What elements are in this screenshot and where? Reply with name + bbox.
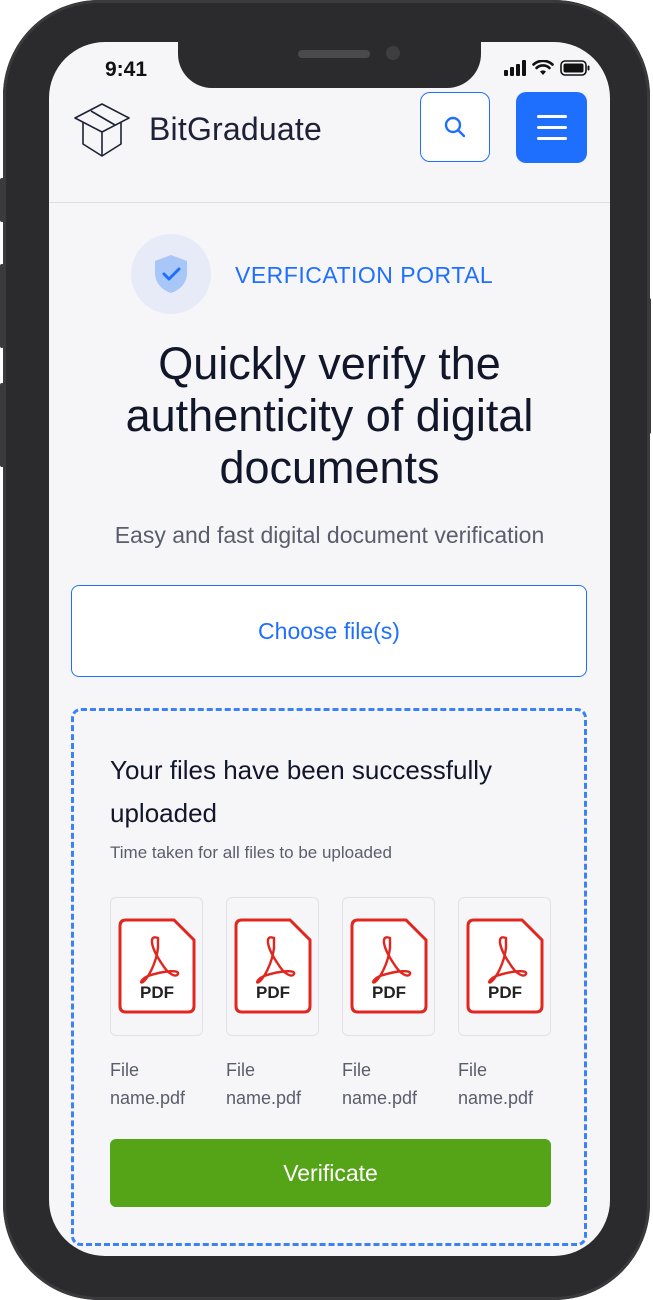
site-header: BitGraduate: [49, 90, 610, 203]
mute-switch: [0, 178, 4, 222]
pdf-icon-label: PDF: [488, 983, 522, 1002]
file-name: File name.pdf: [110, 1056, 210, 1112]
file-name-line: name.pdf: [342, 1088, 418, 1108]
file-name-line: name.pdf: [458, 1088, 534, 1108]
speaker: [298, 50, 370, 58]
menu-button[interactable]: [516, 92, 587, 163]
file-card[interactable]: PDF: [458, 897, 551, 1036]
logo-cube-icon: [74, 103, 130, 157]
upload-success-title: Your files have been successfully upload…: [110, 755, 493, 828]
battery-icon: [560, 60, 590, 76]
pdf-file-icon: PDF: [350, 918, 428, 1014]
file-name-line: File: [342, 1060, 372, 1080]
upload-time-note: Time taken for all files to be uploaded: [110, 843, 392, 862]
file-name-line: File: [458, 1060, 488, 1080]
file-name: File name.pdf: [226, 1056, 326, 1112]
logo-text[interactable]: BitGraduate: [149, 111, 322, 148]
notch: [178, 42, 481, 88]
hamburger-menu-icon: [536, 137, 567, 140]
file-name-line: name.pdf: [110, 1088, 186, 1108]
hamburger-menu-icon: [536, 126, 567, 129]
pdf-file-icon: PDF: [234, 918, 312, 1014]
pdf-icon-label: PDF: [256, 983, 290, 1002]
verificate-button[interactable]: Verificate: [110, 1139, 551, 1207]
volume-up-button: [0, 264, 4, 348]
page-title: Quickly verify the authenticity of digit…: [125, 338, 534, 493]
upload-dropzone[interactable]: Your files have been successfully upload…: [71, 708, 587, 1246]
pdf-file-icon: PDF: [118, 918, 196, 1014]
pdf-icon-label: PDF: [140, 983, 174, 1002]
portal-label: VERFICATION PORTAL: [235, 262, 494, 288]
file-card[interactable]: PDF: [110, 897, 203, 1036]
wifi-icon: [532, 60, 554, 75]
file-card[interactable]: PDF: [226, 897, 319, 1036]
choose-files-button[interactable]: Choose file(s): [71, 585, 587, 677]
file-name: File name.pdf: [458, 1056, 558, 1112]
file-name-line: File: [226, 1060, 256, 1080]
search-button[interactable]: [420, 92, 490, 162]
file-name-line: File: [110, 1060, 140, 1080]
file-card[interactable]: PDF: [342, 897, 435, 1036]
screen: 9:41 BitGraduate VERFICATION PORTAL Quic…: [49, 42, 610, 1256]
hamburger-menu-icon: [536, 115, 567, 118]
status-time: 9:41: [105, 58, 148, 81]
pdf-icon-label: PDF: [372, 983, 406, 1002]
cellular-signal-icon: [504, 60, 526, 76]
pdf-file-icon: PDF: [466, 918, 544, 1014]
search-icon: [444, 116, 466, 138]
portal-badge: [131, 234, 211, 314]
page-subtitle: Easy and fast digital document verificat…: [114, 522, 545, 548]
phone-frame: 9:41 BitGraduate VERFICATION PORTAL Quic…: [0, 0, 651, 1300]
status-icons: [504, 60, 590, 76]
file-name-line: name.pdf: [226, 1088, 302, 1108]
front-camera: [386, 46, 400, 60]
volume-down-button: [0, 383, 4, 467]
file-name: File name.pdf: [342, 1056, 442, 1112]
shield-check-icon: [155, 255, 187, 293]
power-button: [647, 298, 651, 434]
